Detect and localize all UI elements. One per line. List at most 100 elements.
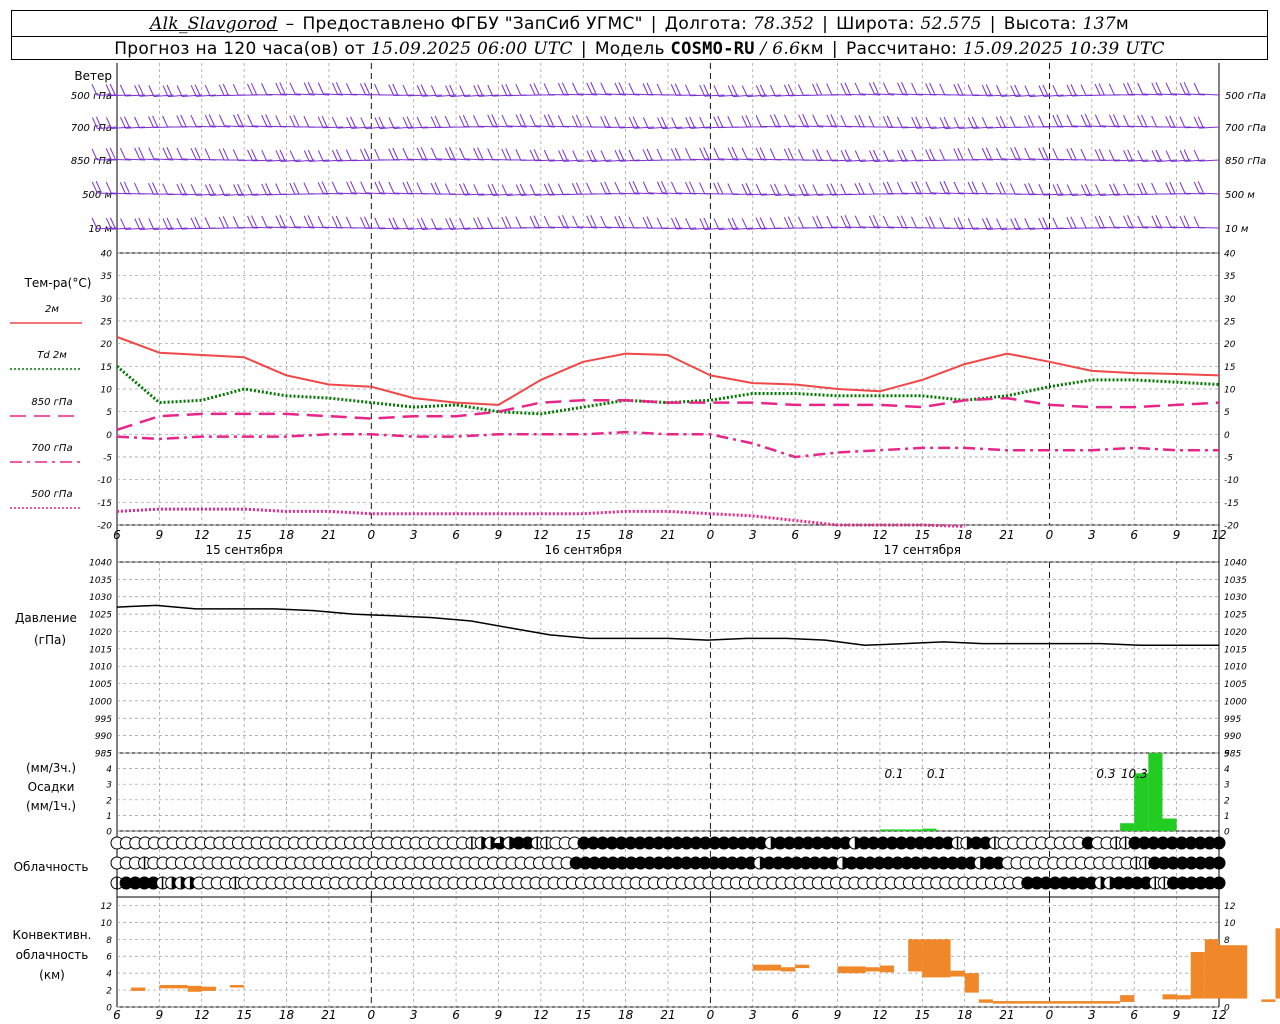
wind-barb-feather	[671, 117, 678, 129]
wind-barb-feather	[222, 216, 229, 228]
conv-xaxis-tick: 9	[834, 1008, 842, 1022]
wind-barb-feather	[769, 114, 776, 127]
wind-barb-feather	[388, 84, 395, 96]
wind-barb-feather	[586, 182, 592, 195]
wind-barb-feather	[232, 216, 239, 228]
wind-barb-feather	[674, 147, 681, 160]
wind-barb-feather	[359, 217, 366, 229]
conv-tick-left: 12	[101, 902, 113, 912]
wind-barb-feather	[289, 150, 296, 162]
day-label: 17 сентября	[884, 543, 961, 557]
wind-barb-feather	[293, 182, 300, 194]
conv-cloud-bar	[752, 964, 782, 971]
precip-bar	[1148, 753, 1163, 831]
conv-cloud-bar	[230, 985, 245, 988]
wind-barb-feather	[487, 217, 494, 229]
wind-barb-feather	[543, 83, 550, 95]
wind-barb-feather	[543, 149, 550, 162]
wind-barb-feather	[642, 181, 649, 193]
wind-barb-feather	[289, 182, 296, 195]
conv-xaxis-tick: 21	[321, 1008, 336, 1022]
wind-barb-feather	[897, 82, 903, 95]
wind-barb-feather	[773, 114, 780, 126]
wind-barb-feather	[487, 84, 494, 97]
wind-barb-feather	[473, 217, 480, 230]
wind-barb-feather	[999, 115, 1006, 128]
wind-barb-feather	[261, 183, 268, 196]
wind-barb-feather	[1094, 216, 1101, 228]
wind-barb-feather	[444, 183, 451, 195]
wind-barb-feather	[656, 148, 663, 161]
pressure-tick-right: 1020	[1224, 628, 1247, 638]
wind-barb-feather	[840, 183, 847, 196]
wind-barb-feather	[628, 149, 635, 162]
wind-barb-feather	[1137, 115, 1143, 127]
pressure-tick-right: 1030	[1224, 593, 1247, 603]
wind-barb-feather	[176, 183, 183, 196]
wind-barb-feather	[1122, 83, 1129, 95]
temp-xaxis-tick: 12	[872, 528, 887, 542]
wind-barb-feather	[600, 116, 607, 128]
wind-barb-feather	[685, 84, 691, 96]
wind-barb-feather	[1151, 215, 1158, 227]
wind-barb-feather	[670, 84, 677, 96]
wind-barb-feather	[180, 183, 187, 195]
pressure-tick-right: 990	[1224, 732, 1241, 742]
wind-barb-feather	[872, 149, 879, 162]
precip-label: 0.3	[1096, 767, 1115, 781]
wind-barb-feather	[331, 216, 338, 228]
wind-barb-feather	[1038, 115, 1045, 127]
conv-tick-right: 8	[1224, 936, 1230, 946]
wind-barb-feather	[261, 150, 268, 162]
pressure-tick-left: 1015	[89, 645, 112, 655]
wind-barb-feather	[1197, 116, 1204, 128]
conv-xaxis-tick: 12	[1211, 1008, 1226, 1022]
conv-xaxis-tick: 15	[576, 1008, 591, 1022]
wind-barb-feather	[1098, 148, 1105, 161]
wind-barb-feather	[575, 182, 582, 194]
wind-barb-feather	[374, 117, 381, 129]
wind-barb-feather	[247, 215, 253, 228]
wind-barb-feather	[364, 148, 370, 160]
wind-barb-feather	[533, 215, 540, 227]
wind-barb-feather	[957, 147, 964, 160]
temp-xaxis-tick: 9	[1173, 528, 1181, 542]
wind-barb-feather	[388, 181, 395, 194]
wind-barb-feather	[519, 113, 526, 126]
temp-tick-left: -20	[97, 522, 112, 532]
wind-barb-feather	[939, 117, 946, 129]
wind-barb-feather	[1042, 84, 1049, 97]
conv-xaxis-tick: 21	[660, 1008, 675, 1022]
conv-cloud-bar	[837, 966, 866, 974]
wind-level-label-right: 500 гПа	[1225, 91, 1266, 102]
temp-tick-left: -5	[103, 454, 112, 464]
wind-barb-feather	[166, 146, 173, 159]
wind-barb-feather	[783, 216, 790, 229]
wind-barb-feather	[148, 85, 155, 97]
wind-barb-feather	[943, 116, 950, 129]
wind-barb-feather	[458, 115, 465, 127]
wind-barb-feather	[699, 116, 706, 129]
wind-barb-feather	[1009, 183, 1016, 195]
wind-barb-feather	[233, 184, 240, 196]
pressure-tick-left: 1000	[89, 697, 112, 707]
conv-cloud-bar	[159, 985, 188, 989]
wind-barb-feather	[477, 84, 484, 97]
wind-barb-feather	[317, 182, 324, 194]
wind-barb-feather	[529, 114, 536, 127]
wind-barb-feather	[783, 84, 790, 97]
wind-barb-feather	[194, 216, 201, 229]
wind-barb-feather	[162, 85, 169, 97]
day-label: 15 сентября	[205, 543, 282, 557]
wind-barb-feather	[222, 83, 229, 96]
wind-barb-feather	[656, 83, 663, 96]
wind-barb-feather	[787, 84, 794, 96]
wind-barb-feather	[430, 85, 437, 97]
temp-xaxis-tick: 12	[1211, 528, 1226, 542]
wind-barb-feather	[331, 82, 338, 95]
wind-barb-feather	[731, 146, 738, 159]
wind-barb-feather	[1137, 150, 1144, 162]
wind-barb-feather	[303, 215, 310, 228]
wind-barb-feather	[985, 217, 992, 230]
wind-barb-feather	[501, 84, 508, 96]
